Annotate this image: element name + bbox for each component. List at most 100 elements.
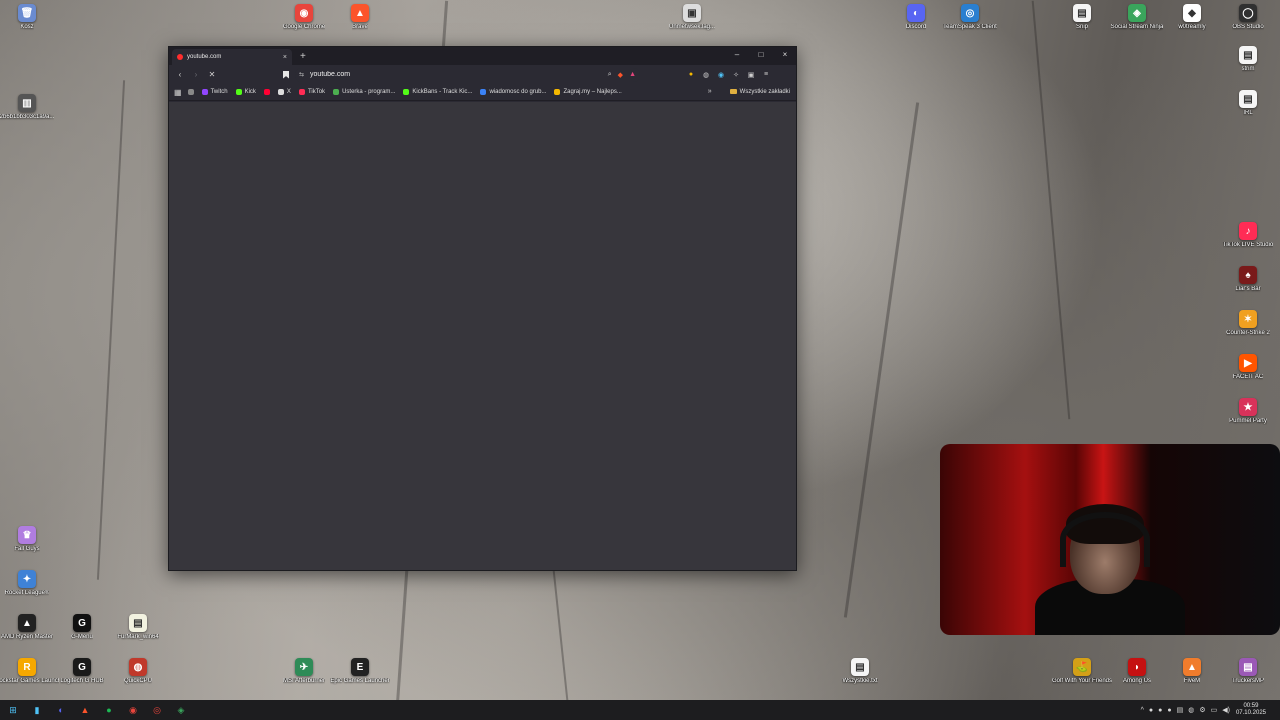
bookmark-tiktok[interactable]: TikTok [298,89,325,95]
tab-youtube[interactable]: youtube.com × [172,49,292,65]
brave-rewards-icon[interactable]: ▲ [629,71,636,78]
stream-taskbar-icon[interactable]: ◈ [174,703,188,717]
new-tab-button[interactable]: + [300,51,306,65]
desktop-icon-w0treamly[interactable]: ◆ w0treamly [1160,4,1224,31]
stop-loading-button[interactable]: ✕ [207,70,217,79]
bookmark-label: Twitch [210,89,228,95]
tray-icon-2[interactable]: ● [1158,707,1162,714]
site-info-icon[interactable]: ⇆ [299,71,304,78]
kosz-icon: 🗑 [18,4,36,22]
brave-shields-icon[interactable]: ◆ [618,71,623,79]
desktop-icon-label: w0treamly [1178,24,1206,30]
desktop-icon-wszystkie-txt[interactable]: ▤ Wszystkie.txt [828,658,892,685]
bookmark-favicon-icon [554,89,561,95]
all-bookmarks-folder[interactable]: Wszystkie zakładki [729,89,790,95]
tray-icon-6[interactable]: ⚙ [1199,706,1205,714]
desktop-icon-fivem[interactable]: ▲ FiveM [1160,658,1224,685]
bookmark-twitch[interactable]: Twitch [201,89,228,95]
tray-icon-7[interactable]: ▭ [1211,706,1218,714]
desktop-icon-irl[interactable]: ▤ IRL [1216,90,1280,117]
desktop-icon-tiktok-live-studio[interactable]: ♪ TikTok LIVE Studio [1216,222,1280,249]
address-bar[interactable]: ⇆ ⌕ ◆ ▲ [295,67,640,82]
bookmarks-bar: ▦ Twitch Kick X TikTok Usterka - program... K… [169,84,796,101]
tray-icon-0[interactable]: ^ [1141,707,1144,714]
quickcpu-icon: ◍ [129,658,147,676]
desktop-icon-counter-strike-2[interactable]: ✶ Counter-Strike 2 [1216,310,1280,337]
tab-close-icon[interactable]: × [283,54,287,61]
chrome-taskbar-icon[interactable]: ◉ [126,703,140,717]
bookmark-x[interactable]: X [277,89,291,95]
desktop-icon-google-chrome[interactable]: ◉ Google Chrome [272,4,336,31]
back-button[interactable]: ‹ [175,70,185,79]
desktop-icon-teamspeak-3-client[interactable]: ◎ TeamSpeak 3 Client [938,4,1002,31]
social-stream-ninja-icon: ◈ [1128,4,1146,22]
tray-icon-3[interactable]: ● [1167,707,1171,714]
apps-grid-icon[interactable]: ▦ [174,88,182,97]
desktop-icon-liar-s-bar[interactable]: ♠ Liar's Bar [1216,266,1280,293]
desktop-icon-label: Wszystkie.txt [842,678,878,684]
desktop-icon-2b6b1bb303c1a9a[interactable]: ▥ 2b6b1bb303c1a9a... [0,94,59,121]
desktop-icon-epic-games-launcher[interactable]: E Epic Games Launcher [328,658,392,685]
pummel-party-icon: ★ [1239,398,1257,416]
tray-icon-8[interactable]: ◀) [1222,706,1230,714]
desktop-icon-unmetwsek-lag[interactable]: ▣ Unmetwsek.lag... [660,4,724,31]
tray-icon-5[interactable]: ◍ [1188,706,1194,714]
menu-icon[interactable]: ≡ [761,71,771,78]
desktop-icon-strim[interactable]: ▤ strim [1216,46,1280,73]
bookmark-item-0[interactable] [187,89,194,95]
desktop-icon-rocket-league[interactable]: ✦ Rocket League® [0,570,59,597]
tray-icon-1[interactable]: ● [1149,707,1153,714]
discord-taskbar-icon[interactable]: ◐ [54,703,68,717]
maximize-button[interactable]: □ [756,50,766,59]
bookmark-label: Usterka - program... [342,89,396,95]
desktop-icon-kosz[interactable]: 🗑 Kosz [0,4,59,31]
snip-icon: ▤ [1073,4,1091,22]
zoom-icon[interactable]: ⌕ [608,71,612,79]
desktop-icon-quickcpu[interactable]: ◍ QuickCPU [106,658,170,685]
extensions-icon[interactable]: ✧ [731,71,741,79]
desktop-icon-logitech-g-hub[interactable]: G Logitech G HUB [50,658,114,685]
desktop-icon-faceit-ac[interactable]: ▶ FACEIT AC [1216,354,1280,381]
bookmark-page-icon[interactable] [283,70,289,79]
extensions-area: ● ◍ ◉ ✧ ▣ ≡ [686,71,771,79]
bookmark-favicon-icon [298,89,305,95]
desktop-icon-msi-afterburner[interactable]: ✈ MSI Afterburner [272,658,336,685]
desktop-icon-label: FiveM [1183,678,1201,684]
extension-2-icon[interactable]: ◍ [701,71,711,79]
desktop-icon-pummel-party[interactable]: ★ Pummel Party [1216,398,1280,425]
close-window-button[interactable]: × [780,50,790,59]
app-taskbar-icon[interactable]: ◎ [150,703,164,717]
start-icon[interactable]: ⊞ [6,703,20,717]
browser-window[interactable]: youtube.com × + – □ × ‹ › ✕ ⇆ ⌕ ◆ ▲ ● ◍ … [168,46,797,571]
desktop-icon-label: G-Menu [71,634,93,640]
taskbar: ⊞ ▮ ◐ ▲ ● ◉ ◎ ◈ ^ ● ● ● ▤ ◍ ⚙ ▭ ◀) 00:59 07.10.2025 [0,700,1280,720]
bookmark-kickbans-track-kic[interactable]: KickBans - Track Kic... [403,89,472,95]
clock[interactable]: 00:59 07.10.2025 [1236,703,1266,717]
desktop-icon-truckersmp[interactable]: ▤ TruckersMP [1216,658,1280,685]
file-explorer-icon[interactable]: ▮ [30,703,44,717]
bookmark-wiadomosc-do-grub[interactable]: wiadomosc do grub... [480,89,546,95]
bookmark-kick[interactable]: Kick [235,89,256,95]
desktop-icon-obs-studio[interactable]: ◯ OBS Studio [1216,4,1280,31]
desktop-icon-fall-guys[interactable]: ♛ Fall Guys [0,526,59,553]
brave-taskbar-icon[interactable]: ▲ [78,703,92,717]
extension-1-icon[interactable]: ● [686,71,696,78]
desktop-icon-g-menu[interactable]: G G-Menu [50,614,114,641]
desktop-icon-brave[interactable]: ▲ Brave [328,4,392,31]
desktop-icon-label: Rocket League® [4,590,50,596]
spotify-taskbar-icon[interactable]: ● [102,703,116,717]
tray-icon-4[interactable]: ▤ [1177,706,1184,714]
sidebar-icon[interactable]: ▣ [746,71,756,79]
bookmarks-overflow-button[interactable]: » [708,88,712,95]
bookmark-item-3[interactable] [263,89,270,95]
forward-button[interactable]: › [191,70,201,79]
unmetwsek-lag-icon: ▣ [683,4,701,22]
extension-3-icon[interactable]: ◉ [716,71,726,79]
irl-icon: ▤ [1239,90,1257,108]
bookmark-zagraj-my-najleps[interactable]: Zagraj.my – Najleps... [554,89,622,95]
minimize-button[interactable]: – [732,50,742,59]
bookmark-usterka-program[interactable]: Usterka - program... [333,89,395,95]
bookmark-favicon-icon [480,89,487,95]
url-input[interactable] [310,71,602,78]
desktop-icon-furmark-win64[interactable]: ▤ FurMark_win64 [106,614,170,641]
